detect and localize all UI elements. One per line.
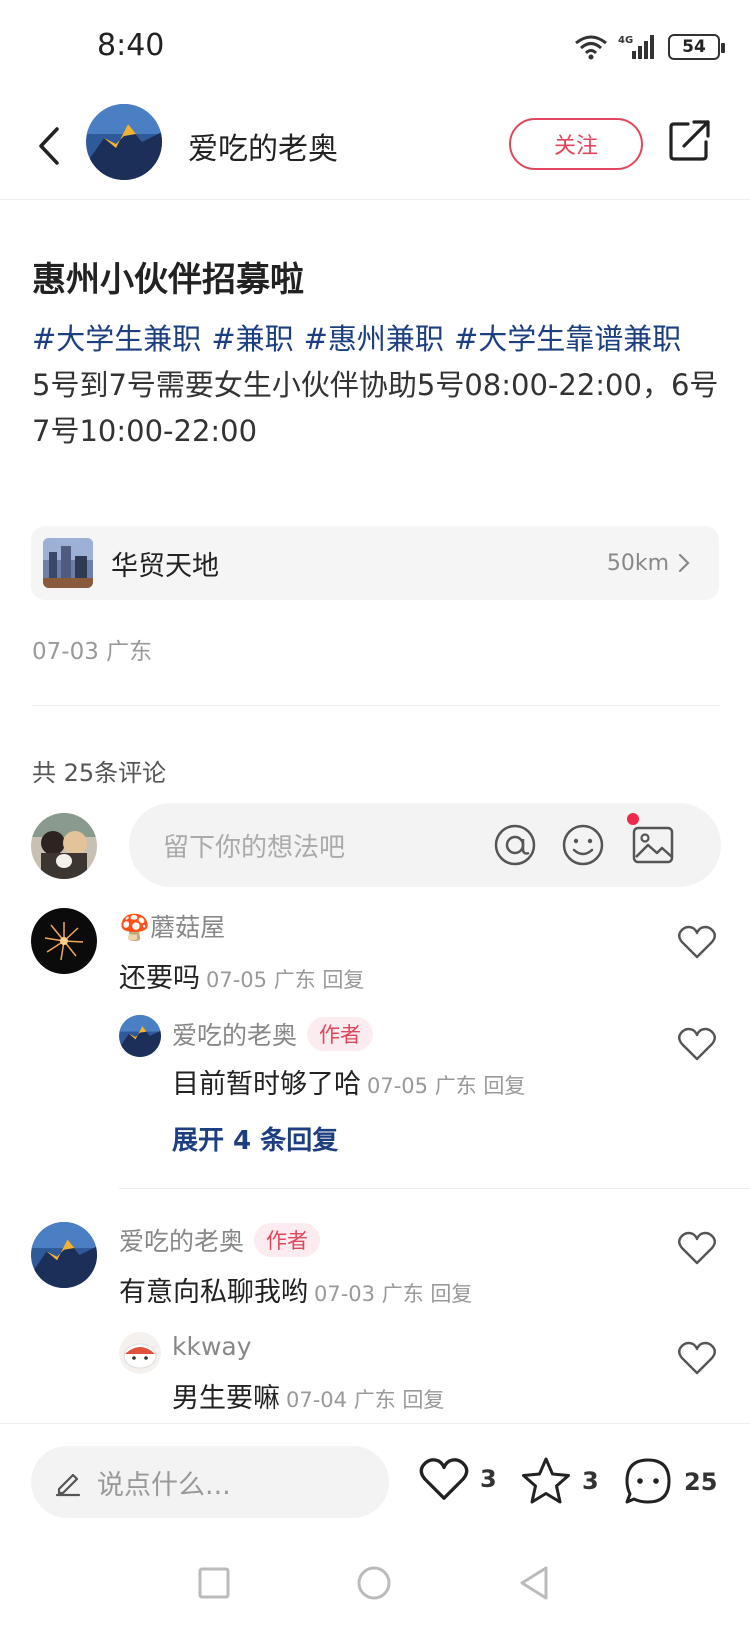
location-name: 华贸天地 [111,550,219,582]
replier-name[interactable]: kkway [172,1332,252,1361]
cell-signal-icon: 4G [618,35,654,59]
comment-icon [625,1458,671,1504]
back-nav-icon[interactable] [514,1563,554,1603]
comment-body: 有意向私聊我哟 [119,1277,308,1308]
hashtag[interactable]: #惠州兼职 [304,322,444,356]
comment-button[interactable]: 25 [622,1456,717,1508]
post-body: #大学生兼职 #兼职 #惠州兼职 #大学生靠谱兼职 5号到7号需要女生小伙伴协助5号0… [32,316,722,454]
collect-count: 3 [582,1467,599,1495]
collect-button[interactable]: 3 [520,1456,599,1506]
reply-text: 男生要嘛 07-04 广东 回复 [172,1376,444,1415]
status-time: 8:40 [97,28,165,63]
emoji-icon[interactable] [561,823,605,867]
like-button[interactable]: 3 [418,1456,497,1502]
expand-replies-link[interactable]: 展开 4 条回复 [172,1120,338,1157]
comment-input-row: 留下你的想法吧 [31,803,721,887]
comment-text: 有意向私聊我哟 07-03 广东 回复 [119,1270,472,1309]
author-tag: 作者 [307,1017,374,1051]
replier-name: 爱吃的老奥 作者 [172,1016,374,1052]
heart-icon[interactable] [677,1340,717,1376]
pen-icon [55,1473,81,1497]
comment-meta[interactable]: 07-03 广东 回复 [314,1282,472,1306]
reply-meta[interactable]: 07-04 广东 回复 [286,1388,444,1412]
comment-input-placeholder: 留下你的想法吧 [163,833,346,863]
commenter-avatar[interactable] [31,1222,97,1288]
reply-body: 男生要嘛 [172,1383,280,1414]
star-icon [522,1457,570,1504]
system-nav-bar [0,1535,750,1625]
comment-text: 还要吗 07-05 广东 回复 [119,956,364,995]
reply-body: 目前暂时够了哈 [172,1069,361,1100]
hashtag-list: #大学生兼职 #兼职 #惠州兼职 #大学生靠谱兼职 [32,322,691,356]
heart-icon[interactable] [677,924,717,960]
reply-text: 目前暂时够了哈 07-05 广东 回复 [172,1062,525,1101]
share-button[interactable] [668,118,712,162]
status-bar: 8:40 4G 54 [0,0,750,96]
replier-name-text[interactable]: 爱吃的老奥 [172,1016,297,1052]
divider [119,1188,750,1189]
at-icon[interactable] [493,823,537,867]
follow-button[interactable]: 关注 [509,118,643,170]
hashtag[interactable]: #大学生靠谱兼职 [454,322,681,356]
author-name[interactable]: 爱吃的老奥 [188,124,338,168]
share-icon [669,120,710,161]
chevron-right-icon [678,553,690,573]
battery-indicator: 54 [668,34,725,60]
commenter-name: 爱吃的老奥 作者 [119,1222,321,1258]
wifi-icon [575,35,607,60]
author-tag: 作者 [254,1223,321,1257]
heart-icon[interactable] [677,1026,717,1062]
say-something-input[interactable]: 说点什么... [31,1446,389,1518]
replier-avatar[interactable] [119,1332,161,1374]
comment-meta[interactable]: 07-05 广东 回复 [206,968,364,992]
hashtag[interactable]: #大学生兼职 [32,322,201,356]
home-icon[interactable] [354,1563,394,1603]
reply-meta[interactable]: 07-05 广东 回复 [367,1074,525,1098]
commenter-name-text[interactable]: 爱吃的老奥 [119,1222,244,1258]
network-label: 4G [618,35,633,46]
comments-count: 共 25条评论 [32,759,167,787]
location-thumbnail [43,538,93,588]
divider [32,705,720,706]
comment-count: 25 [684,1468,718,1496]
heart-icon[interactable] [677,1230,717,1266]
replier-avatar[interactable] [119,1015,161,1057]
like-count: 3 [480,1465,497,1493]
recent-apps-icon[interactable] [194,1563,234,1603]
my-avatar [31,813,97,879]
say-something-placeholder: 说点什么... [97,1469,231,1501]
location-card[interactable]: 华贸天地 50km [31,526,719,600]
comment-input[interactable]: 留下你的想法吧 [129,803,721,887]
commenter-name[interactable]: 🍄蘑菇屋 [119,908,225,944]
commenter-avatar[interactable] [31,908,97,974]
back-button[interactable] [24,116,74,176]
post-header: 爱吃的老奥 关注 [0,96,750,200]
bottom-action-bar: 说点什么... 3 3 25 [0,1423,750,1535]
comment-body: 还要吗 [119,963,200,994]
author-avatar[interactable] [86,104,162,180]
location-distance: 50km [606,550,669,576]
back-icon [39,127,59,165]
heart-icon [419,1458,469,1500]
post-title: 惠州小伙伴招募啦 [32,260,304,300]
post-meta: 07-03 广东 [32,639,153,665]
status-icons: 4G 54 [574,30,725,64]
image-icon[interactable] [631,823,675,867]
post-content: 5号到7号需要女生小伙伴协助5号08:00-22:00，6号7号10:00-22… [32,368,719,448]
hashtag[interactable]: #兼职 [211,322,293,356]
